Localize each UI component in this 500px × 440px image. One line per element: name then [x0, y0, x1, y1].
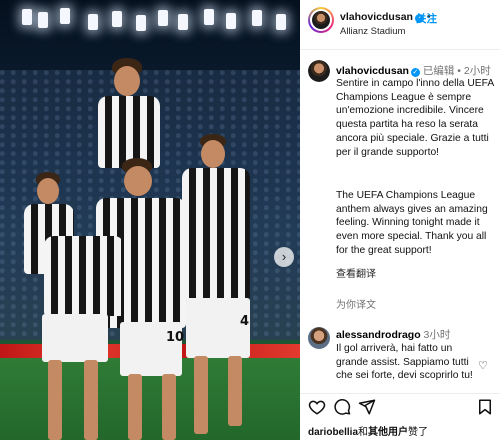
- chevron-right-icon: ›: [281, 249, 287, 264]
- verified-badge-icon: ✓: [410, 68, 420, 77]
- comment-text: Il gol arriverà, hai fatto un grande ass…: [336, 343, 473, 382]
- comment-meta: alessandrodrago 3小时: [336, 327, 450, 342]
- translation-note[interactable]: 为你译文: [336, 296, 376, 311]
- see-translation-link[interactable]: 查看翻译: [336, 265, 376, 280]
- caption-time[interactable]: 2小时: [464, 65, 491, 77]
- caption-text-english: The UEFA Champions League anthem always …: [336, 190, 488, 256]
- likes-and: 和: [358, 427, 369, 438]
- player-front-left: [38, 236, 128, 440]
- comment-icon[interactable]: [333, 398, 351, 416]
- post-sidebar: vlahovicdusan ✓ • 关注 Allianz Stadium vlah…: [300, 0, 500, 440]
- commenter-avatar[interactable]: [308, 327, 330, 349]
- caption-text-italian: Sentire in campo l'inno della UEFA Champ…: [336, 78, 494, 158]
- post-photo[interactable]: 4 10 ›: [0, 0, 300, 440]
- other-likers-link[interactable]: 其他用户: [368, 427, 408, 438]
- heart-icon[interactable]: [308, 398, 326, 416]
- caption-meta: vlahovicdusan ✓ 已编辑 • 2小时: [336, 63, 491, 78]
- edited-label: 已编辑: [422, 65, 455, 77]
- stadium-lights: [0, 6, 300, 46]
- comment-time[interactable]: 3小时: [424, 329, 451, 341]
- comments-area[interactable]: vlahovicdusan ✓ 已编辑 • 2小时 Sentire in camp…: [300, 51, 500, 393]
- post-header: vlahovicdusan ✓ • 关注 Allianz Stadium: [300, 0, 500, 50]
- caption-username[interactable]: vlahovicdusan: [336, 65, 409, 77]
- bookmark-icon[interactable]: [476, 398, 494, 416]
- liker-username[interactable]: dariobellia: [308, 427, 358, 438]
- author-avatar[interactable]: [308, 7, 334, 33]
- likes-suffix: 赞了: [408, 427, 429, 438]
- shirt-number-10: 10: [166, 330, 185, 345]
- shirt-number-4: 4: [240, 314, 250, 329]
- send-icon[interactable]: [358, 398, 376, 416]
- caption-author-avatar[interactable]: [308, 60, 330, 82]
- location-link[interactable]: Allianz Stadium: [340, 26, 405, 37]
- comment-like-heart-icon[interactable]: ♡: [478, 359, 488, 372]
- caption-separator: •: [457, 65, 461, 77]
- comment-username[interactable]: alessandrodrago: [336, 329, 421, 341]
- next-photo-button[interactable]: ›: [274, 247, 294, 267]
- likes-summary: dariobellia和其他用户赞了: [308, 423, 428, 438]
- follow-button[interactable]: 关注: [416, 11, 437, 26]
- post-actions: dariobellia和其他用户赞了: [300, 393, 500, 440]
